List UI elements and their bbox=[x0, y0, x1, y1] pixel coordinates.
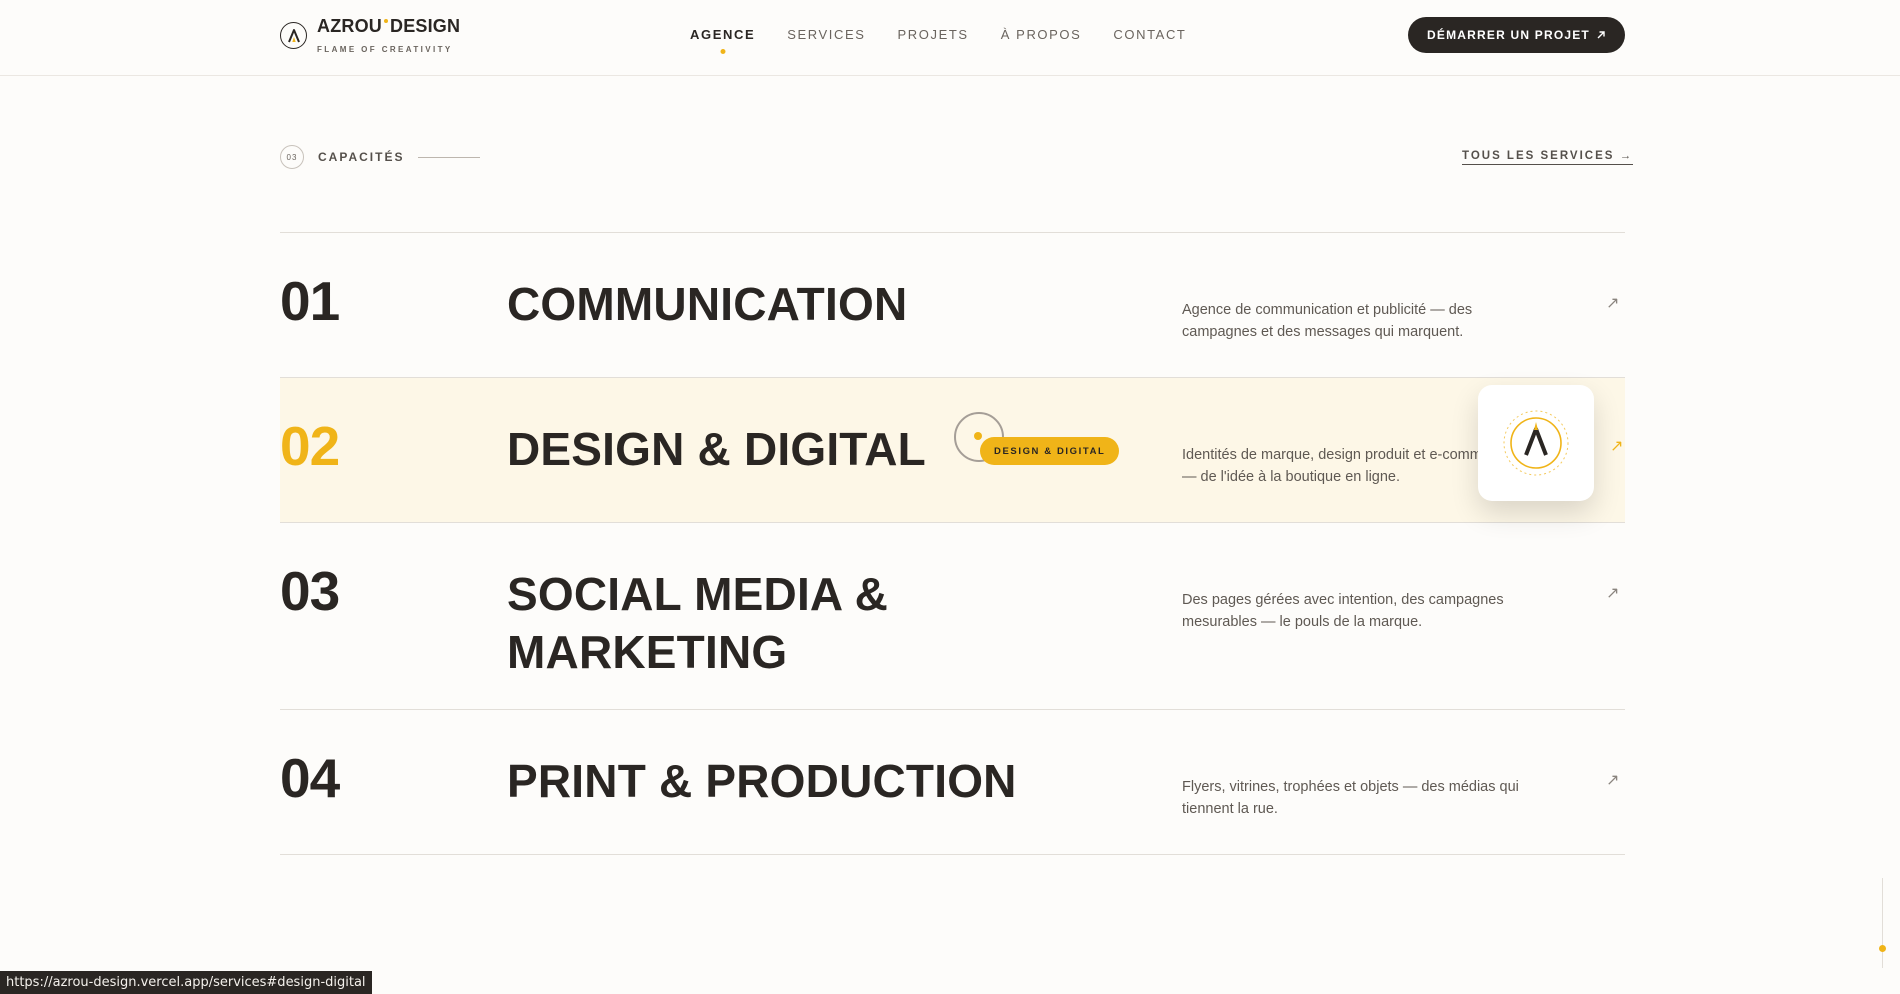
link-status-bar: https://azrou-design.vercel.app/services… bbox=[0, 971, 372, 994]
divider-line bbox=[418, 156, 481, 158]
service-row-print-production[interactable]: 04 PRINT & PRODUCTION Flyers, vitrines, … bbox=[280, 710, 1625, 855]
service-row-design-digital[interactable]: 02 DESIGN & DIGITAL DESIGN & DIGITAL Ide… bbox=[280, 378, 1625, 523]
service-row-communication[interactable]: 01 COMMUNICATION Agence de communication… bbox=[280, 233, 1625, 378]
nav-item-services[interactable]: SERVICES bbox=[787, 27, 865, 43]
arrow-up-right-icon[interactable]: ↗ bbox=[1606, 583, 1619, 603]
service-number: 04 bbox=[280, 747, 340, 809]
start-project-button[interactable]: DÉMARRER UN PROJET bbox=[1408, 17, 1625, 53]
logo[interactable]: AZROU DESIGN FLAME OF CREATIVITY bbox=[280, 16, 460, 54]
section-label: CAPACITÉS bbox=[318, 150, 405, 164]
service-title: PRINT & PRODUCTION bbox=[507, 755, 1017, 807]
service-title: SOCIAL MEDIA & MARKETING bbox=[507, 568, 889, 678]
site-header: AZROU DESIGN FLAME OF CREATIVITY AGENCE S… bbox=[0, 0, 1900, 76]
arrow-up-right-icon[interactable]: ↗ bbox=[1610, 436, 1623, 456]
logo-name: AZROU DESIGN bbox=[317, 16, 461, 36]
nav-item-agence[interactable]: AGENCE bbox=[690, 27, 755, 43]
nav-item-contact[interactable]: CONTACT bbox=[1113, 27, 1186, 43]
logo-tagline: FLAME OF CREATIVITY bbox=[317, 45, 453, 54]
cursor-dot bbox=[974, 432, 982, 440]
arrow-up-right-icon[interactable]: ↗ bbox=[1606, 293, 1619, 313]
service-description: Des pages gérées avec intention, des cam… bbox=[1182, 592, 1504, 630]
all-services-link[interactable]: TOUS LES SERVICES → bbox=[1462, 150, 1634, 165]
start-project-label: DÉMARRER UN PROJET bbox=[1427, 28, 1590, 42]
brand-logo-icon bbox=[1503, 410, 1569, 476]
service-title: DESIGN & DIGITAL bbox=[507, 423, 926, 475]
main-nav: AGENCE SERVICES PROJETS À PROPOS CONTACT bbox=[690, 27, 1218, 43]
service-number: 02 bbox=[280, 415, 340, 477]
service-description: Flyers, vitrines, trophées et objets — d… bbox=[1182, 779, 1519, 817]
service-number: 03 bbox=[280, 560, 340, 622]
arrow-up-right-icon[interactable]: ↗ bbox=[1606, 770, 1619, 790]
scroll-progress-track bbox=[1882, 878, 1883, 968]
nav-item-a-propos[interactable]: À PROPOS bbox=[1001, 27, 1082, 43]
service-description: Identités de marque, design produit et e… bbox=[1182, 447, 1482, 485]
logo-preview-card bbox=[1478, 385, 1594, 501]
service-row-social-media[interactable]: 03 SOCIAL MEDIA & MARKETING Des pages gé… bbox=[280, 523, 1625, 710]
section-number: 03 bbox=[280, 145, 304, 169]
service-description: Agence de communication et publicité — d… bbox=[1182, 302, 1473, 340]
hover-badge: DESIGN & DIGITAL bbox=[980, 437, 1120, 465]
services-list: 01 COMMUNICATION Agence de communication… bbox=[280, 232, 1625, 855]
service-title: COMMUNICATION bbox=[507, 278, 908, 330]
nav-item-projets[interactable]: PROJETS bbox=[898, 27, 969, 43]
section-eyebrow: 03 CAPACITÉS bbox=[280, 145, 481, 169]
logo-icon bbox=[280, 22, 307, 49]
scroll-progress-dot bbox=[1879, 945, 1886, 952]
service-number: 01 bbox=[280, 270, 340, 332]
arrow-up-right-icon bbox=[1597, 31, 1605, 39]
